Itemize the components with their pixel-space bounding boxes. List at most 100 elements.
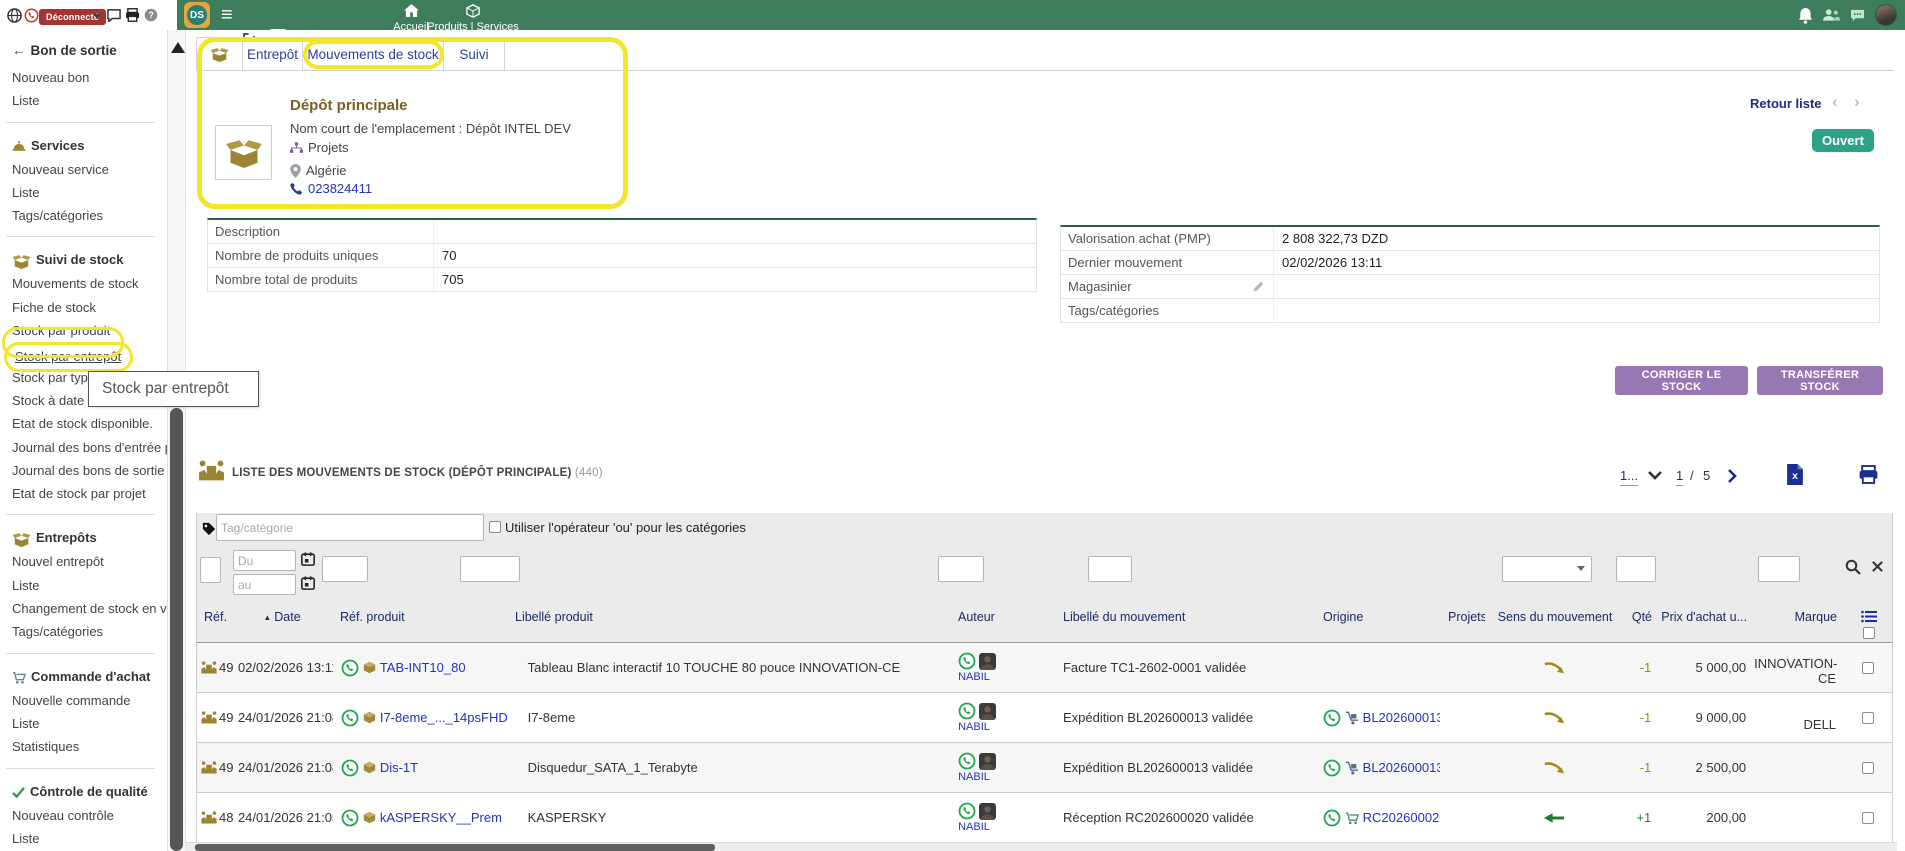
column-header-marque[interactable]: Marque xyxy=(1755,600,1845,643)
author-link[interactable]: NABIL xyxy=(958,821,990,833)
product-ref-link[interactable]: I7-8eme_..._14psFHD xyxy=(380,710,508,725)
row-checkbox[interactable] xyxy=(1862,712,1874,724)
sidebar-item-tags-cat-gories[interactable]: Tags/catégories xyxy=(12,620,167,643)
whatsapp-icon[interactable] xyxy=(1323,759,1341,777)
whatsapp-icon[interactable] xyxy=(341,809,359,827)
sidebar-item-nouvel-entrep-t[interactable]: Nouvel entrepôt xyxy=(12,550,167,573)
sidebar-item-fiche-de-stock[interactable]: Fiche de stock xyxy=(12,296,167,319)
column-header-auteur[interactable]: Auteur xyxy=(950,600,1055,643)
sidebar-item-liste[interactable]: Liste xyxy=(12,827,167,850)
whatsapp-icon[interactable] xyxy=(341,709,359,727)
page-size-selector[interactable]: 1... xyxy=(1620,468,1638,486)
qty-filter-input[interactable] xyxy=(1616,556,1656,582)
column-header-date[interactable]: ▲Date xyxy=(232,600,332,643)
column-header-sens[interactable]: Sens du mouvement xyxy=(1485,600,1625,643)
menu-produits-services[interactable]: Produits | Services xyxy=(425,2,521,33)
bell-icon[interactable] xyxy=(1798,7,1813,24)
movement-label-filter-input[interactable] xyxy=(1088,556,1132,582)
calendar-icon[interactable] xyxy=(301,552,315,566)
horizontal-scrollbar[interactable] xyxy=(185,842,1897,851)
sidebar-item-etat-de-stock-disponible-[interactable]: Etat de stock disponible. xyxy=(12,412,167,435)
sidebar-item-etat-de-stock-par-projet[interactable]: Etat de stock par projet xyxy=(12,482,167,505)
product-ref-link[interactable]: kASPERSKY__Prem xyxy=(380,810,502,825)
app-logo[interactable]: DS xyxy=(184,2,210,28)
direction-filter-select[interactable] xyxy=(1502,556,1592,582)
column-header-qte[interactable]: Qté xyxy=(1625,600,1660,643)
author-filter-input[interactable] xyxy=(938,556,984,582)
sidebar-scrollbar-thumb[interactable] xyxy=(170,408,183,851)
sidebar-item-liste[interactable]: Liste xyxy=(12,574,167,597)
author-link[interactable]: NABIL xyxy=(958,671,990,683)
back-to-list-link[interactable]: Retour liste xyxy=(1750,96,1822,111)
field-selector-icon[interactable] xyxy=(1861,610,1877,623)
next-page-icon[interactable] xyxy=(1728,469,1737,483)
correct-stock-button[interactable]: CORRIGER LE STOCK xyxy=(1615,366,1748,395)
sidebar-item-statistiques[interactable]: Statistiques xyxy=(12,735,167,758)
chat-bubble-icon[interactable] xyxy=(107,9,121,22)
print-list-icon[interactable] xyxy=(1858,465,1879,484)
author-link[interactable]: NABIL xyxy=(958,721,990,733)
origin-link[interactable]: BL202600013 xyxy=(1363,760,1440,775)
user-avatar[interactable] xyxy=(1875,4,1897,26)
brand-filter-input[interactable] xyxy=(1758,556,1800,582)
printer-icon[interactable] xyxy=(125,8,140,22)
next-record-icon[interactable]: › xyxy=(1854,92,1860,112)
sidebar-item-tags-cat-gories[interactable]: Tags/catégories xyxy=(12,204,167,227)
date-from-input[interactable] xyxy=(233,550,296,571)
tab-mouvements-de-stock[interactable]: Mouvements de stock xyxy=(303,38,444,70)
product-ref-filter-input[interactable] xyxy=(322,556,368,582)
date-to-input[interactable] xyxy=(233,574,296,595)
current-page[interactable]: 1 xyxy=(1676,468,1683,486)
sidebar-item-stock-par-produit[interactable]: Stock par produit xyxy=(12,319,167,342)
sidebar-item-nouvelle-commande[interactable]: Nouvelle commande xyxy=(12,689,167,712)
edit-pencil-icon[interactable] xyxy=(1252,280,1265,293)
sidebar-item-mouvements-de-stock[interactable]: Mouvements de stock xyxy=(12,272,167,295)
whatsapp-icon[interactable] xyxy=(1323,809,1341,827)
messages-icon[interactable] xyxy=(1850,9,1865,22)
excel-export-icon[interactable]: x xyxy=(1786,464,1804,485)
sidebar-item-liste[interactable]: Liste xyxy=(12,712,167,735)
row-checkbox[interactable] xyxy=(1862,662,1874,674)
product-ref-link[interactable]: TAB-INT10_80 xyxy=(380,660,466,675)
whatsapp-icon[interactable] xyxy=(958,802,976,820)
whatsapp-icon[interactable] xyxy=(341,659,359,677)
sidebar-item-stock-par-entrep-t[interactable]: Stock par entrepôt xyxy=(12,342,167,365)
or-operator-checkbox[interactable] xyxy=(489,521,501,533)
column-header-refprod[interactable]: Réf. produit xyxy=(332,600,507,643)
origin-link[interactable]: BL202600013 xyxy=(1363,710,1440,725)
whatsapp-icon[interactable] xyxy=(958,702,976,720)
tab-entrepot[interactable]: Entrepôt xyxy=(243,38,303,70)
clear-filters-icon[interactable] xyxy=(1871,560,1884,573)
column-header-libmouv[interactable]: Libellé du mouvement xyxy=(1055,600,1315,643)
column-header-libprod[interactable]: Libellé produit xyxy=(507,600,950,643)
hamburger-menu-icon[interactable]: ≡ xyxy=(221,6,233,24)
product-label-filter-input[interactable] xyxy=(460,556,520,582)
product-ref-link[interactable]: Dis-1T xyxy=(380,760,418,775)
prev-record-icon[interactable]: ‹ xyxy=(1832,92,1838,112)
column-header-prix[interactable]: Prix d'achat u... xyxy=(1660,600,1755,643)
transfer-stock-button[interactable]: TRANSFÉRER STOCK xyxy=(1757,366,1883,395)
sidebar-item-liste[interactable]: Liste xyxy=(12,89,167,112)
whatsapp-status-icon[interactable] xyxy=(24,8,39,23)
tab-suivi[interactable]: Suivi xyxy=(444,38,504,70)
origin-link[interactable]: RC202600020 xyxy=(1363,810,1440,825)
sidebar-scrollbar[interactable] xyxy=(167,30,186,851)
sidebar-item-nouveau-bon[interactable]: Nouveau bon xyxy=(12,66,167,89)
status-caret-icon[interactable] xyxy=(93,14,101,19)
ref-filter-input[interactable] xyxy=(200,557,221,583)
row-checkbox[interactable] xyxy=(1862,812,1874,824)
whatsapp-icon[interactable] xyxy=(1323,709,1341,727)
menu-collapse-arrow-icon[interactable] xyxy=(171,42,185,53)
calendar-icon[interactable] xyxy=(301,576,315,590)
sidebar-item-journal-des-bons-de-sortie-p-[interactable]: Journal des bons de sortie p... xyxy=(12,459,167,482)
help-icon[interactable]: ? xyxy=(144,8,158,22)
tag-category-filter-input[interactable] xyxy=(216,514,484,541)
users-icon[interactable] xyxy=(1823,8,1840,22)
whatsapp-icon[interactable] xyxy=(958,652,976,670)
column-header-projets[interactable]: Projets xyxy=(1440,600,1485,643)
sidebar-item-nouveau-service[interactable]: Nouveau service xyxy=(12,158,167,181)
back-arrow-icon[interactable]: ← xyxy=(12,43,26,58)
search-icon[interactable] xyxy=(1845,559,1861,575)
sidebar-item-liste[interactable]: Liste xyxy=(12,181,167,204)
select-all-checkbox[interactable] xyxy=(1863,627,1875,639)
